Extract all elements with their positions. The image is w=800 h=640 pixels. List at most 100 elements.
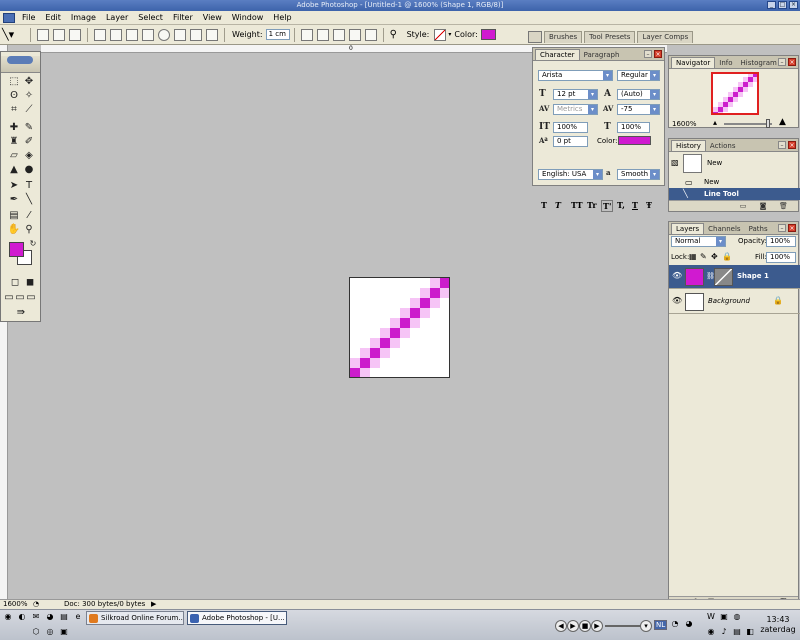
blend-mode-select[interactable]: Normal ▾	[671, 236, 726, 247]
panel-close-icon[interactable]: ×	[788, 141, 796, 149]
tab-paths[interactable]: Paths	[745, 224, 772, 234]
custom-shape-icon[interactable]	[206, 28, 218, 41]
line-tool-preset-icon[interactable]: ╲▾	[2, 28, 24, 41]
marquee-tool-icon[interactable]: ⬚	[7, 76, 21, 88]
line-tool-icon[interactable]: ╲	[22, 194, 36, 206]
line-tool-icon[interactable]	[190, 28, 202, 41]
brush-tool-icon[interactable]: ✎	[22, 122, 36, 134]
small-caps-button[interactable]: Tr	[587, 200, 597, 210]
tray-icon[interactable]: ◍	[732, 612, 742, 622]
lock-all-icon[interactable]: 🔒	[722, 252, 732, 261]
visibility-eye-icon[interactable]: 👁	[672, 297, 682, 305]
polygon-tool-icon[interactable]	[174, 28, 186, 41]
baseline-shift-input[interactable]: 0 pt	[553, 136, 588, 147]
menu-view[interactable]: View	[198, 13, 227, 22]
fill-pixels-icon[interactable]	[69, 28, 81, 41]
strikethrough-button[interactable]: Ŧ	[646, 200, 652, 210]
eraser-tool-icon[interactable]: ▱	[7, 150, 21, 162]
tab-info[interactable]: Info	[715, 58, 736, 68]
panel-minimize-icon[interactable]: –	[778, 224, 786, 232]
menu-layer[interactable]: Layer	[101, 13, 133, 22]
style-dropdown-arrow-icon[interactable]: ▾	[448, 31, 451, 38]
visibility-eye-icon[interactable]: 👁	[672, 272, 682, 280]
zoom-slider[interactable]	[724, 123, 772, 125]
foreground-color-swatch[interactable]	[9, 242, 24, 257]
swap-colors-icon[interactable]: ↻	[26, 238, 40, 250]
layer-name[interactable]: Shape 1	[737, 272, 769, 280]
ellipse-tool-icon[interactable]	[158, 28, 170, 41]
rectangle-tool-icon[interactable]	[126, 28, 138, 41]
kerning-select[interactable]: Metrics ▾	[553, 104, 598, 115]
slice-tool-icon[interactable]: ⟋	[22, 104, 36, 116]
navigator-zoom-value[interactable]: 1600%	[672, 120, 696, 128]
tray-icon[interactable]: ◉	[706, 627, 716, 637]
quicklaunch-media-icon[interactable]: ◎	[45, 627, 55, 637]
media-stop-icon[interactable]: ■	[579, 620, 591, 632]
subtract-shape-area-icon[interactable]	[332, 28, 345, 41]
language-select[interactable]: English: USA ▾	[538, 169, 603, 180]
superscript-button[interactable]: T'	[601, 200, 614, 212]
layer-row[interactable]: 👁 Background 🔒	[669, 290, 800, 314]
antialias-select[interactable]: Smooth ▾	[617, 169, 660, 180]
document-canvas[interactable]	[349, 277, 450, 378]
taskbar-button[interactable]: Silkroad Online Forum...	[86, 611, 184, 625]
status-arrow-icon[interactable]: ▶	[151, 600, 156, 609]
tab-paragraph[interactable]: Paragraph	[580, 50, 624, 60]
quicklaunch-mail-icon[interactable]: ✉	[31, 612, 41, 622]
pen-tool-icon[interactable]: ✒	[7, 194, 21, 206]
status-zoom[interactable]: 1600%	[3, 600, 27, 609]
menu-select[interactable]: Select	[133, 13, 168, 22]
quicklaunch-app-icon[interactable]: ⬡	[31, 627, 41, 637]
underline-button[interactable]: T	[632, 200, 638, 210]
shape-layers-icon[interactable]	[37, 28, 49, 41]
all-caps-button[interactable]: TT	[571, 200, 583, 210]
maximize-button[interactable]: □	[778, 1, 787, 9]
well-tab-tool-presets[interactable]: Tool Presets	[584, 31, 636, 43]
volume-slider[interactable]	[605, 625, 641, 627]
tray-icon[interactable]: ◕	[684, 619, 694, 629]
media-previous-icon[interactable]: ◀	[555, 620, 567, 632]
style-picker[interactable]	[434, 28, 447, 41]
tray-icon[interactable]: ◧	[745, 627, 755, 637]
tray-icon[interactable]: ◔	[670, 619, 680, 629]
rounded-rectangle-icon[interactable]	[142, 28, 154, 41]
quicklaunch-ie-icon[interactable]: e	[73, 612, 83, 622]
toolbox-header[interactable]	[1, 56, 40, 73]
panel-close-icon[interactable]: ×	[788, 224, 796, 232]
taskbar-button-active[interactable]: Adobe Photoshop - [U...	[187, 611, 287, 625]
tab-character[interactable]: Character	[535, 49, 580, 60]
quicklaunch-browser-icon[interactable]: ◐	[17, 612, 27, 622]
healing-brush-icon[interactable]: ✚	[7, 122, 21, 134]
quick-mask-icon[interactable]: ◼	[23, 277, 37, 289]
faux-italic-button[interactable]: T	[555, 200, 561, 210]
layer-row-active[interactable]: 👁 ⛓ Shape 1	[669, 265, 800, 289]
panel-minimize-icon[interactable]: –	[778, 58, 786, 66]
tab-histogram[interactable]: Histogram	[737, 58, 781, 68]
menu-help[interactable]: Help	[268, 13, 296, 22]
vertical-scale-input[interactable]: 100%	[553, 122, 588, 133]
paths-icon[interactable]	[53, 28, 65, 41]
zoom-slider-handle[interactable]	[766, 119, 770, 128]
panel-close-icon[interactable]: ×	[788, 58, 796, 66]
font-size-select[interactable]: 12 pt ▾	[553, 89, 598, 100]
new-snapshot-icon[interactable]: ◙	[759, 202, 767, 210]
tab-channels[interactable]: Channels	[704, 224, 744, 234]
faux-bold-button[interactable]: T	[541, 200, 547, 210]
type-tool-icon[interactable]: T	[22, 180, 36, 192]
lock-transparency-icon[interactable]: ▦	[689, 252, 697, 261]
screen-mode-full-menu-icon[interactable]: ▭	[15, 292, 25, 304]
quicklaunch-tool-icon[interactable]: ▣	[59, 627, 69, 637]
zoom-in-icon[interactable]: ▲	[779, 117, 786, 127]
photoshop-app-icon[interactable]	[3, 12, 15, 23]
menu-image[interactable]: Image	[66, 13, 101, 22]
panel-minimize-icon[interactable]: –	[778, 141, 786, 149]
tab-layers[interactable]: Layers	[671, 223, 705, 234]
quicklaunch-desktop-icon[interactable]: ▤	[59, 612, 69, 622]
quicklaunch-explorer-icon[interactable]: ◕	[45, 612, 55, 622]
language-indicator[interactable]: NL	[654, 620, 668, 630]
new-document-icon[interactable]: ▭	[739, 202, 747, 210]
media-next-icon[interactable]: ▶	[591, 620, 603, 632]
layer-thumbnail[interactable]	[685, 293, 704, 311]
navigator-thumbnail[interactable]	[711, 72, 759, 115]
freeform-pen-icon[interactable]	[110, 28, 122, 41]
